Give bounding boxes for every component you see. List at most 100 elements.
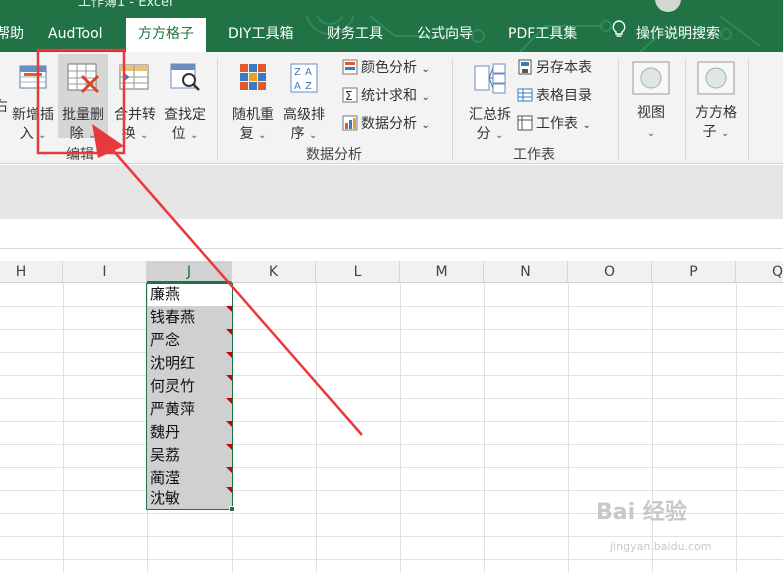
insert-icon xyxy=(19,65,47,89)
comment-indicator xyxy=(226,306,232,312)
tab-finance-tools[interactable]: 财务工具 xyxy=(327,16,383,52)
gridline-horizontal xyxy=(0,306,783,307)
stat-sum-button[interactable]: Σ 统计求和 ⌄ xyxy=(342,86,430,108)
merge-convert-button[interactable]: 合并转 换 ⌄ xyxy=(110,62,160,145)
gridline-horizontal xyxy=(0,467,783,468)
partial-left-button[interactable]: 右 xyxy=(0,98,8,117)
cell-j5[interactable]: 何灵竹 xyxy=(147,375,232,398)
comment-indicator xyxy=(226,329,232,335)
tell-me-search[interactable]: 操作说明搜索 xyxy=(612,16,720,52)
cell-j8[interactable]: 吴荔 xyxy=(147,444,232,467)
chevron-down-icon: ⌄ xyxy=(646,128,656,139)
watermark-url: jingyan.baidu.com xyxy=(610,540,712,553)
cell-j2[interactable]: 钱春燕 xyxy=(147,306,232,329)
advanced-sort-button[interactable]: Z A A Z 高级排 序 ⌄ xyxy=(278,62,330,145)
column-header-k[interactable]: K xyxy=(232,261,316,283)
gridline-horizontal xyxy=(0,398,783,399)
cell-j6[interactable]: 严黄萍 xyxy=(147,398,232,421)
cell-j10[interactable]: 沈敏 xyxy=(147,487,232,510)
account-avatar[interactable] xyxy=(655,0,681,12)
ffgz-button[interactable]: 方方格 子 ⌄ xyxy=(692,60,740,143)
cell-j4[interactable]: 沈明红 xyxy=(147,352,232,375)
comment-indicator xyxy=(226,467,232,473)
group-separator xyxy=(618,58,619,160)
table-catalog-button[interactable]: 表格目录 xyxy=(517,86,592,106)
column-header-j[interactable]: J xyxy=(147,261,232,283)
data-analysis-button[interactable]: 数据分析 ⌄ xyxy=(342,114,430,136)
chevron-down-icon: ⌄ xyxy=(421,64,430,75)
column-header-n[interactable]: N xyxy=(484,261,568,283)
fill-handle[interactable] xyxy=(229,506,235,512)
worksheet-icon xyxy=(517,115,533,131)
summary-split-button[interactable]: 汇总拆 分 ⌄ xyxy=(464,62,516,145)
color-analysis-icon xyxy=(342,59,358,75)
column-header-i[interactable]: I xyxy=(63,261,147,283)
tab-help[interactable]: 帮助 xyxy=(0,16,24,52)
tab-ffgz[interactable]: 方方格子 xyxy=(126,18,206,52)
column-header-m[interactable]: M xyxy=(400,261,484,283)
gridline-vertical xyxy=(736,283,737,573)
group-separator xyxy=(217,58,218,160)
gridline-horizontal xyxy=(0,375,783,376)
tab-audtool[interactable]: AudTool xyxy=(48,16,103,52)
comment-indicator xyxy=(226,398,232,404)
worksheet-grid[interactable] xyxy=(0,283,783,573)
insert-new-button[interactable]: 新增插 入 ⌄ xyxy=(8,62,58,145)
cell-j1[interactable]: 廉燕 xyxy=(147,283,232,306)
gridline-horizontal xyxy=(0,536,783,537)
worksheet-button[interactable]: 工作表 ⌄ xyxy=(517,114,591,136)
gridline-horizontal xyxy=(0,421,783,422)
data-analysis-icon xyxy=(342,115,358,131)
svg-text:Z: Z xyxy=(305,81,312,92)
chevron-down-icon: ⌄ xyxy=(421,120,430,131)
svg-text:Σ: Σ xyxy=(345,89,353,103)
gridline-vertical xyxy=(63,283,64,573)
ffgz-icon xyxy=(697,61,735,95)
column-header-p[interactable]: P xyxy=(652,261,736,283)
cell-j7[interactable]: 魏丹 xyxy=(147,421,232,444)
gridline-vertical xyxy=(400,283,401,573)
column-header-q[interactable]: Q xyxy=(736,261,783,283)
batch-delete-icon xyxy=(67,63,100,94)
chevron-down-icon: ⌄ xyxy=(495,130,504,141)
batch-delete-button[interactable]: 批量删 除 ⌄ xyxy=(58,54,108,142)
save-sheet-button[interactable]: 另存本表 xyxy=(517,58,592,78)
svg-text:A: A xyxy=(294,81,301,92)
find-locate-icon xyxy=(170,63,200,91)
group-separator xyxy=(685,58,686,160)
chevron-down-icon: ⌄ xyxy=(721,128,730,139)
random-repeat-button[interactable]: 随机重 复 ⌄ xyxy=(228,62,278,145)
comment-indicator xyxy=(226,352,232,358)
tell-me-label: 操作说明搜索 xyxy=(636,26,720,42)
comment-indicator xyxy=(226,444,232,450)
group-separator xyxy=(748,58,749,160)
svg-text:A: A xyxy=(305,67,312,78)
find-locate-button[interactable]: 查找定 位 ⌄ xyxy=(160,62,210,145)
tab-diy-toolbox[interactable]: DIY工具箱 xyxy=(228,16,293,52)
chevron-down-icon: ⌄ xyxy=(140,130,149,141)
lightbulb-icon xyxy=(612,16,626,52)
gridline-horizontal xyxy=(0,352,783,353)
column-header-h[interactable]: H xyxy=(0,261,63,283)
chevron-down-icon: ⌄ xyxy=(88,130,97,141)
svg-text:Z: Z xyxy=(294,67,301,78)
color-analysis-button[interactable]: 颜色分析 ⌄ xyxy=(342,58,430,80)
gridline-vertical xyxy=(652,283,653,573)
group-separator xyxy=(452,58,453,160)
chevron-down-icon: ⌄ xyxy=(258,130,267,141)
summary-split-icon xyxy=(474,63,506,94)
column-header-o[interactable]: O xyxy=(568,261,652,283)
gridline-horizontal xyxy=(0,329,783,330)
ribbon: 右 新增插 入 ⌄ 批量删 除 ⌄ 合并转 换 ⌄ 查找定 位 ⌄ 编辑 随机重… xyxy=(0,52,783,164)
tab-formula-wizard[interactable]: 公式向导 xyxy=(417,16,473,52)
view-button[interactable]: 视图 ⌄ xyxy=(628,60,674,143)
gridline-horizontal xyxy=(0,490,783,491)
gridline-horizontal xyxy=(0,444,783,445)
tab-pdf-tools[interactable]: PDF工具集 xyxy=(508,16,577,52)
gridline-vertical xyxy=(232,283,233,573)
cell-j3[interactable]: 严念 xyxy=(147,329,232,352)
chevron-down-icon: ⌄ xyxy=(309,130,318,141)
gridline-vertical xyxy=(316,283,317,573)
comment-indicator xyxy=(226,487,232,493)
column-header-l[interactable]: L xyxy=(316,261,400,283)
